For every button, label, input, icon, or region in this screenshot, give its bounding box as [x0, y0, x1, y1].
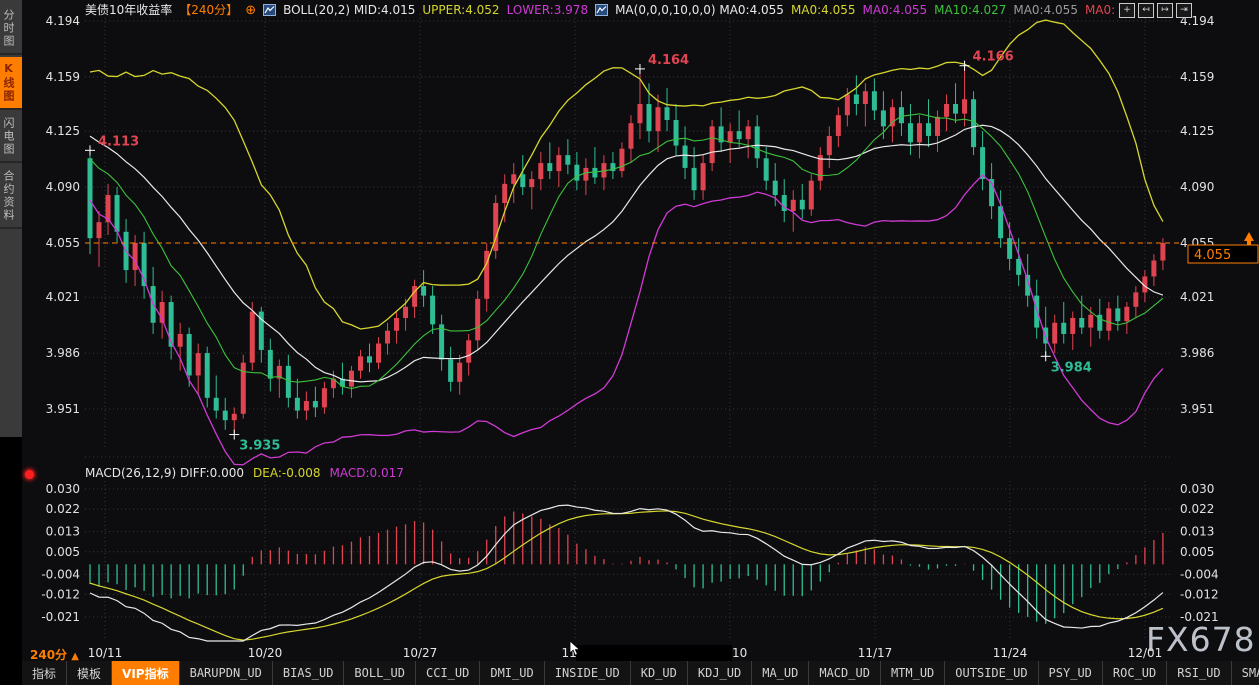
left-sidebar: 分时图K线图闪电图合约资料 [0, 0, 22, 685]
indicator-tab-[interactable]: 模板 [67, 661, 112, 685]
mouse-cursor-icon [569, 641, 583, 657]
ma0-magenta-value: MA0:4.055 [863, 2, 928, 18]
price-annotation-2: 4.164 [648, 53, 689, 68]
macd-axis-left-label-0: 0.030 [46, 482, 80, 496]
indicator-tab-[interactable]: 指标 [22, 661, 67, 685]
sidebar-tab-1[interactable]: K线图 [0, 57, 22, 110]
alert-dot-icon [25, 470, 34, 479]
y-axis-right-label-3: 4.090 [1180, 180, 1214, 194]
x-axis-date-2: 10/27 [403, 646, 438, 660]
ma-params-value: MA(0,0,0,10,0,0) MA0:4.055 [615, 2, 784, 18]
watermark: FX678 [1146, 620, 1256, 659]
indicator-tab-dmi_ud[interactable]: DMI_UD [480, 661, 544, 685]
candles-layer [88, 66, 1166, 435]
macd-axis-right-label-1: 0.022 [1180, 502, 1214, 516]
indicator-tab-macd_ud[interactable]: MACD_UD [809, 661, 881, 685]
tabbar-corner [0, 661, 22, 685]
indicator-tab-inside_ud[interactable]: INSIDE_UD [545, 661, 631, 685]
y-axis-left-label-7: 3.951 [46, 402, 80, 416]
macd-axis-right-label-5: -0.012 [1180, 587, 1219, 601]
scale-left-button[interactable]: ↤ [1138, 3, 1154, 18]
macd-axis-right-label-3: 0.005 [1180, 545, 1214, 559]
period-label: 【240分】 [179, 2, 238, 18]
chart-canvas[interactable]: 4.1944.1944.1594.1594.1254.1254.0904.090… [22, 0, 1259, 645]
macd-axis-right-label-2: 0.013 [1180, 525, 1214, 539]
macd-axis-left-label-1: 0.022 [46, 502, 80, 516]
app-window: 分时图K线图闪电图合约资料 4.1944.1944.1594.1594.1254… [0, 0, 1259, 685]
macd-macd-value: MACD:0.017 [330, 466, 404, 480]
indicator-tab-cci_ud[interactable]: CCI_UD [416, 661, 480, 685]
indicator-tab-ma_ud[interactable]: MA_UD [752, 661, 809, 685]
x-axis-date-1: 10/20 [248, 646, 283, 660]
y-axis-right-label-5: 4.021 [1180, 290, 1214, 304]
indicator-tab-sma_ud[interactable]: SMA_UD [1232, 661, 1259, 685]
indicator-tabbar: 指标模板VIP指标BARUPDN_UDBIAS_UDBOLL_UDCCI_UDD… [0, 661, 1259, 685]
y-axis-right-label-7: 3.951 [1180, 402, 1214, 416]
boll-upper-value: UPPER:4.052 [422, 2, 499, 18]
macd-histogram [90, 512, 1163, 624]
current-price-value: 4.055 [1194, 248, 1231, 263]
indicator-tab-bias_ud[interactable]: BIAS_UD [273, 661, 345, 685]
indicator-tab-kd_ud[interactable]: KD_UD [631, 661, 688, 685]
macd-diff-value: MACD(26,12,9) DIFF:0.000 [85, 466, 244, 480]
ma10-value: MA10:4.027 [934, 2, 1006, 18]
x-axis-row: 240分 ▲ 10/1110/2010/2711/311/1011/1711/2… [22, 645, 1259, 661]
indicator-tab-boll_ud[interactable]: BOLL_UD [344, 661, 416, 685]
indicator-tab-outside_ud[interactable]: OUTSIDE_UD [945, 661, 1038, 685]
sidebar-tab-2[interactable]: 闪电图 [0, 112, 22, 163]
ma0-gray-value: MA0:4.055 [1013, 2, 1078, 18]
price-annotation-1: 3.935 [239, 439, 280, 454]
chart-toolbar: +↤↦⇥ [1119, 3, 1192, 18]
macd-axis-left-label-5: -0.012 [41, 587, 80, 601]
macd-axis-right-label-0: 0.030 [1180, 482, 1214, 496]
boll-lower-value: LOWER:3.978 [507, 2, 589, 18]
boll-mid-value: BOLL(20,2) MID:4.015 [283, 2, 415, 18]
y-axis-left-label-2: 4.125 [46, 124, 80, 138]
y-axis-right-label-2: 4.125 [1180, 124, 1214, 138]
indicator-chart-icon [263, 4, 276, 16]
x-axis-date-6: 11/24 [993, 646, 1028, 660]
macd-axis-left-label-6: -0.021 [41, 610, 80, 624]
sidebar-tab-0[interactable]: 分时图 [0, 4, 22, 55]
instrument-title: 美债10年收益率 [85, 2, 172, 18]
price-arrow-icon [1244, 232, 1254, 246]
macd-dea-value: DEA:-0.008 [253, 466, 321, 480]
tooltip-box [576, 645, 732, 661]
scale-right-button[interactable]: ↦ [1157, 3, 1173, 18]
ma0-yellow-value: MA0:4.055 [791, 2, 856, 18]
chart-header: 美债10年收益率【240分】 ⊕ BOLL(20,2) MID:4.015 UPPER… [85, 2, 1115, 18]
ma0-red-value: MA0: [1085, 2, 1115, 18]
macd-axis-right-label-4: -0.004 [1180, 567, 1219, 581]
plus-circle-icon: ⊕ [245, 4, 256, 17]
macd-axis-left-label-2: 0.013 [46, 525, 80, 539]
price-annotation-4: 3.984 [1051, 360, 1092, 375]
indicator-chart-icon [595, 4, 608, 16]
y-axis-left-label-6: 3.986 [46, 346, 80, 360]
y-axis-right-label-6: 3.986 [1180, 346, 1214, 360]
indicator-tab-vip[interactable]: VIP指标 [112, 661, 180, 685]
price-annotation-3: 4.166 [973, 50, 1014, 65]
indicator-tab-roc_ud[interactable]: ROC_UD [1103, 661, 1167, 685]
indicator-tab-rsi_ud[interactable]: RSI_UD [1167, 661, 1231, 685]
indicator-tab-mtm_ud[interactable]: MTM_UD [881, 661, 945, 685]
price-annotation-0: 4.113 [98, 134, 139, 149]
indicator-tab-psy_ud[interactable]: PSY_UD [1039, 661, 1103, 685]
indicator-tab-kdj_ud[interactable]: KDJ_UD [688, 661, 752, 685]
macd-axis-left-label-4: -0.004 [41, 567, 80, 581]
y-axis-left-label-3: 4.090 [46, 180, 80, 194]
y-axis-right-label-1: 4.159 [1180, 70, 1214, 84]
x-axis-date-0: 10/11 [88, 646, 123, 660]
crosshair-button[interactable]: + [1119, 3, 1135, 18]
macd-header: MACD(26,12,9) DIFF:0.000 DEA:-0.008 MACD:0… [85, 466, 404, 480]
macd-axis-left-label-3: 0.005 [46, 545, 80, 559]
pan-right-button[interactable]: ⇥ [1176, 3, 1192, 18]
indicator-tab-barupdn_ud[interactable]: BARUPDN_UD [180, 661, 273, 685]
y-axis-left-label-1: 4.159 [46, 70, 80, 84]
x-axis-date-5: 11/17 [858, 646, 893, 660]
y-axis-left-label-0: 4.194 [46, 14, 80, 28]
y-axis-left-label-4: 4.055 [46, 236, 80, 250]
sidebar-tab-3[interactable]: 合约资料 [0, 165, 22, 229]
y-axis-left-label-5: 4.021 [46, 290, 80, 304]
